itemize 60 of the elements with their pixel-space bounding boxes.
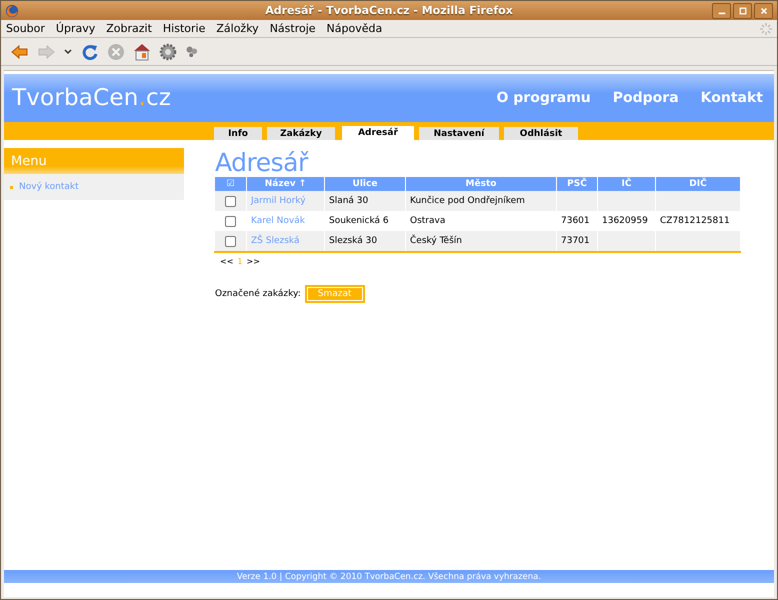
close-button[interactable] [754, 2, 773, 18]
row-checkbox[interactable] [225, 196, 236, 206]
table-cell: CZ7812125811 [660, 216, 730, 226]
column-header[interactable]: Název ↑ [247, 177, 324, 191]
nav-link[interactable]: Kontakt [700, 90, 763, 106]
reload-button[interactable] [81, 42, 99, 60]
maximize-button[interactable] [733, 2, 752, 18]
menu-item[interactable]: Nástroje [270, 22, 316, 35]
menu-item[interactable]: Historie [162, 22, 206, 35]
pager-link[interactable]: >> [246, 257, 260, 266]
browser-logo-icon [5, 4, 19, 18]
menu-item[interactable]: Soubor [6, 22, 45, 35]
nav-tab[interactable]: Odhlásit [504, 127, 578, 140]
column-header[interactable]: IČ [598, 177, 655, 191]
table-cell: Slaná 30 [329, 196, 368, 206]
window-title: Adresář - TvorbaCen.cz - Mozilla Firefox [265, 4, 513, 17]
bullet-icon [10, 186, 13, 188]
menu-item[interactable]: Zobrazit [106, 22, 152, 35]
row-checkbox[interactable] [225, 216, 236, 226]
table-cell: Soukenická 6 [329, 216, 389, 226]
back-button[interactable] [11, 42, 29, 60]
nav-tab[interactable]: Zakázky [267, 127, 335, 140]
menu-item[interactable]: Úpravy [56, 22, 96, 35]
table-cell: Český Těšín [410, 236, 462, 246]
copyright-text: Verze 1.0 | Copyright © 2010 TvorbaCen.cz. Všechna práva vyhrazena. [236, 572, 542, 582]
addon-button[interactable] [185, 44, 199, 58]
nav-link[interactable]: Podpora [612, 90, 679, 106]
menu-item[interactable]: Nápověda [326, 22, 382, 35]
nav-tab[interactable]: Info [214, 127, 262, 140]
table-cell: 13620959 [602, 216, 648, 226]
column-header[interactable]: Město [406, 177, 556, 191]
row-checkbox[interactable] [225, 236, 236, 246]
close-icon [760, 6, 768, 14]
table-cell: Kunčice pod Ondřejníkem [410, 196, 525, 206]
pager-link[interactable]: 1 [237, 257, 242, 266]
minimize-button[interactable] [712, 2, 731, 18]
site-logo[interactable]: TvorbaCen.cz [12, 85, 172, 111]
delete-button[interactable]: Smazat [304, 285, 365, 303]
table-cell: Slezská 30 [329, 236, 378, 246]
nav-tab[interactable]: Nastavení [419, 127, 499, 140]
nav-tab[interactable]: Adresář [342, 126, 414, 140]
table-cell: Ostrava [410, 216, 446, 226]
page-heading: Adresář [215, 148, 310, 177]
home-button[interactable] [133, 42, 151, 60]
column-header[interactable]: DIČ [656, 177, 740, 191]
column-header[interactable]: Ulice [325, 177, 405, 191]
select-all-header[interactable]: ☑ [215, 177, 246, 191]
column-header[interactable]: PSČ [557, 177, 597, 191]
nav-link[interactable]: O programu [496, 90, 591, 106]
sidebar-link[interactable]: Nový kontakt [19, 182, 79, 192]
throbber-icon [760, 22, 772, 34]
settings-button[interactable] [159, 42, 177, 60]
table-cell: 73601 [561, 216, 590, 226]
menu-item[interactable]: Záložky [216, 22, 259, 35]
maximize-icon [738, 6, 746, 14]
pager-link[interactable]: << [220, 257, 234, 266]
table-cell: 73701 [561, 236, 590, 246]
contact-link[interactable]: Karel Novák [251, 216, 305, 226]
bulk-action-label: Označené zakázky: [215, 289, 301, 299]
sidebar-title: Menu [4, 148, 184, 174]
